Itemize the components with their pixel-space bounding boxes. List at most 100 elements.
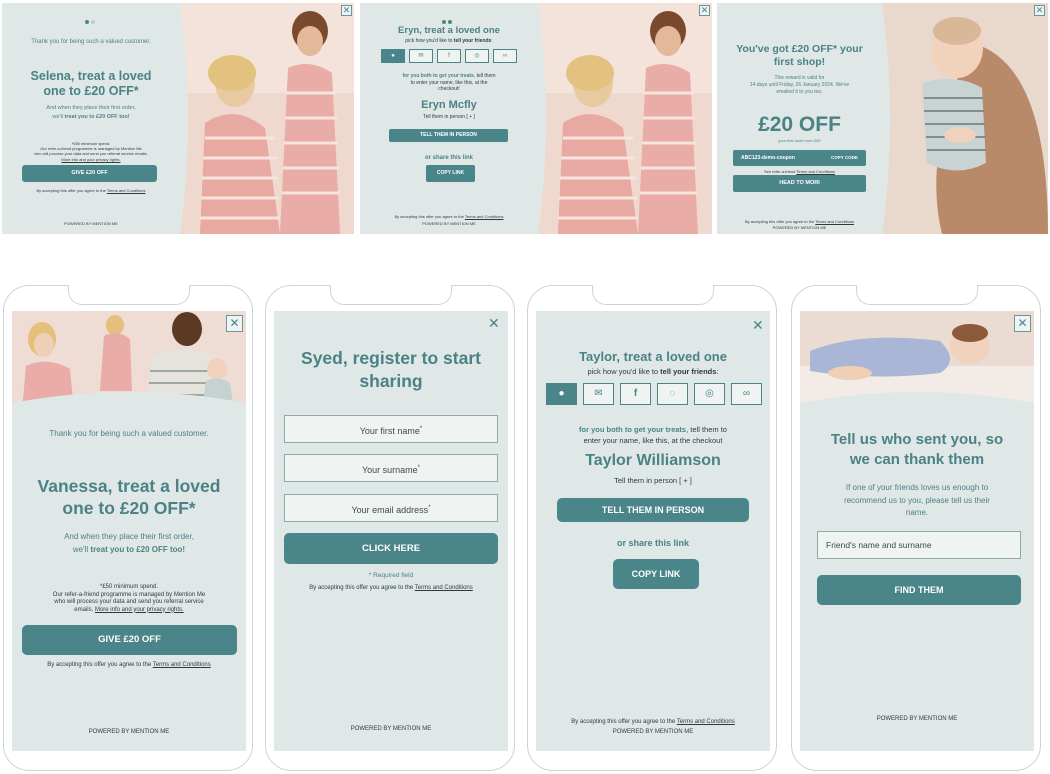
required-note: * Required field <box>368 572 414 579</box>
find-heading-line: Tell us who sent you, so <box>830 431 1004 448</box>
email-field[interactable]: Your email address* <box>284 494 498 522</box>
reward-validity-line: This reward is valid for <box>774 75 825 81</box>
subtext-bold: treat you to £20 OFF too! <box>64 114 130 120</box>
reward-validity-line: 14 days until Friday, 26 January 2024. W… <box>749 82 850 88</box>
terms-link[interactable]: Terms and Conditions <box>465 214 504 219</box>
close-button[interactable]: ✕ <box>1034 5 1045 16</box>
fine-print: *£50 minimum spend. Our refer-a-friend p… <box>2 141 180 162</box>
phone-frame: ✕ Taylor, treat a loved one pick how you… <box>527 285 777 771</box>
reward-validity-line: emailed it to you too. <box>776 89 823 95</box>
share-heading: Eryn, treat a loved one <box>398 25 500 36</box>
register-heading-line: Syed, register to start <box>301 348 481 368</box>
chat-icon[interactable]: ● <box>546 383 577 405</box>
find-body-line: recommend us to you, please tell us thei… <box>844 495 990 505</box>
share-info-rest: , tell them <box>473 73 496 79</box>
terms-link[interactable]: Terms and Conditions <box>815 219 854 224</box>
tell-in-person-button[interactable]: TELL THEM IN PERSON <box>389 129 508 142</box>
facebook-icon[interactable]: f <box>437 49 461 63</box>
see-terms-pre: See refer-a-friend <box>763 169 797 174</box>
reward-heading-line: You've got £20 OFF* your <box>736 43 863 55</box>
find-body-line: If one of your friends loves us enough t… <box>845 483 989 492</box>
give-offer-button[interactable]: GIVE £20 OFF <box>22 165 157 182</box>
terms-link[interactable]: Terms and Conditions <box>415 585 473 591</box>
offer-heading: Vanessa, treat a loved one to £20 OFF* <box>12 475 246 519</box>
close-button[interactable]: ✕ <box>341 5 352 16</box>
whatsapp-icon[interactable]: ◌ <box>657 383 688 405</box>
copy-link-button[interactable]: COPY LINK <box>613 559 699 589</box>
terms-link[interactable]: Terms and Conditions <box>107 188 146 193</box>
subtext-pre: we'll <box>72 545 91 554</box>
share-info: for you both to get your treats, tell th… <box>536 424 770 446</box>
fine-print: *£50 minimum spend. Our refer-a-friend p… <box>12 584 246 614</box>
terms-pre: By accepting this offer you agree to the <box>394 214 465 219</box>
give-offer-button[interactable]: GIVE £20 OFF <box>22 625 237 655</box>
mail-icon[interactable]: ✉ <box>409 49 433 63</box>
phone-screen-register: ✕ Syed, register to start sharing Your f… <box>274 311 508 751</box>
terms-text: By accepting this offer you agree to the… <box>536 719 770 725</box>
close-button[interactable]: ✕ <box>226 315 243 332</box>
share-icons-row: ● ✉ f ◌ ◎ ∞ <box>546 383 762 405</box>
phone-notch <box>856 285 978 305</box>
fine-print-pre: emails. <box>74 606 95 613</box>
banner-reward-confirmation: ✕ You've got £20 OFF* your first shop! T… <box>717 3 1048 234</box>
pick-text: pick how you'd like to tell your friends… <box>536 367 770 376</box>
surname-field[interactable]: Your surname* <box>284 454 498 482</box>
phone-notch <box>592 285 714 305</box>
tell-in-person-text[interactable]: Tell them in person [ + ] <box>536 476 770 485</box>
messenger-icon[interactable]: ◎ <box>465 49 489 63</box>
tell-in-person-text[interactable]: Tell them in person [ + ] <box>360 114 538 120</box>
phone-notch <box>330 285 452 305</box>
find-them-button[interactable]: FIND THEM <box>817 575 1021 605</box>
mother-child-photo <box>538 3 712 234</box>
banner-referral-offer: ✕ Thank you for being such a valued cust… <box>2 3 354 234</box>
phone-frame: ✕ Syed, register to start sharing Your f… <box>265 285 515 771</box>
coupon-box: ABC123-demo-coupon COPY CODE <box>733 150 866 166</box>
pick-bold: tell your friends <box>660 367 717 376</box>
link-icon[interactable]: ∞ <box>731 383 762 405</box>
copy-code-button[interactable]: COPY CODE <box>831 155 858 160</box>
first-name-placeholder: Your first name <box>359 426 420 436</box>
messenger-icon[interactable]: ◎ <box>694 383 725 405</box>
head-to-mori-button[interactable]: HEAD TO MORI <box>733 175 866 192</box>
mother-child-photo <box>180 3 354 234</box>
thanks-text: Thank you for being such a valued custom… <box>31 39 151 45</box>
powered-by: POWERED BY MENTION ME <box>876 716 958 722</box>
share-heading: Taylor, treat a loved one <box>579 349 727 364</box>
see-terms-link[interactable]: Terms and Conditions <box>796 169 835 174</box>
thanks-text: Thank you for being such a valued custom… <box>49 429 209 438</box>
close-button[interactable]: ✕ <box>1014 315 1031 332</box>
first-name-field[interactable]: Your first name* <box>284 415 498 443</box>
baby-photo <box>882 3 1048 234</box>
subtext-line: And when they place their first order, <box>64 532 194 541</box>
reward-heading: You've got £20 OFF* your first shop! <box>717 43 882 69</box>
close-icon[interactable]: ✕ <box>488 315 500 332</box>
offer-heading-line: one to £20 OFF* <box>43 84 139 98</box>
pick-bold: tell your friends <box>453 38 492 44</box>
terms-link[interactable]: Terms and Conditions <box>153 662 211 668</box>
privacy-link[interactable]: More info and your privacy rights. <box>95 607 184 613</box>
friend-name-placeholder: Friend's name and surname <box>826 540 932 550</box>
terms-pre: By accepting this offer you agree to the <box>47 662 153 668</box>
privacy-link[interactable]: More info and your privacy rights. <box>2 157 180 162</box>
link-icon[interactable]: ∞ <box>493 49 517 63</box>
close-button[interactable]: ✕ <box>699 5 710 16</box>
chat-icon[interactable]: ● <box>381 49 405 63</box>
subtext-bold: treat you to £20 OFF too! <box>90 545 186 554</box>
friend-name-input[interactable]: Friend's name and surname <box>817 531 1021 559</box>
terms-link[interactable]: Terms and Conditions <box>677 719 735 725</box>
pagination-dots <box>84 11 96 29</box>
tell-in-person-button[interactable]: TELL THEM IN PERSON <box>557 498 749 522</box>
email-placeholder: Your email address <box>351 505 429 515</box>
phone-screen-share: ✕ Taylor, treat a loved one pick how you… <box>536 311 770 751</box>
facebook-icon[interactable]: f <box>620 383 651 405</box>
share-info: for you both to get your treats, tell th… <box>360 73 538 93</box>
offer-heading-line: Selena, treat a loved <box>30 69 152 83</box>
mail-icon[interactable]: ✉ <box>583 383 614 405</box>
terms-text: By accepting this offer you agree to the… <box>12 662 246 668</box>
powered-by: POWERED BY MENTION ME <box>422 221 476 226</box>
close-icon[interactable]: ✕ <box>752 317 764 334</box>
pick-pre: pick how you'd like to <box>405 38 454 44</box>
copy-link-button[interactable]: COPY LINK <box>426 165 475 182</box>
subtext-line: we'll treat you to £20 OFF too! <box>2 113 180 122</box>
click-here-button[interactable]: CLICK HERE <box>284 533 498 564</box>
